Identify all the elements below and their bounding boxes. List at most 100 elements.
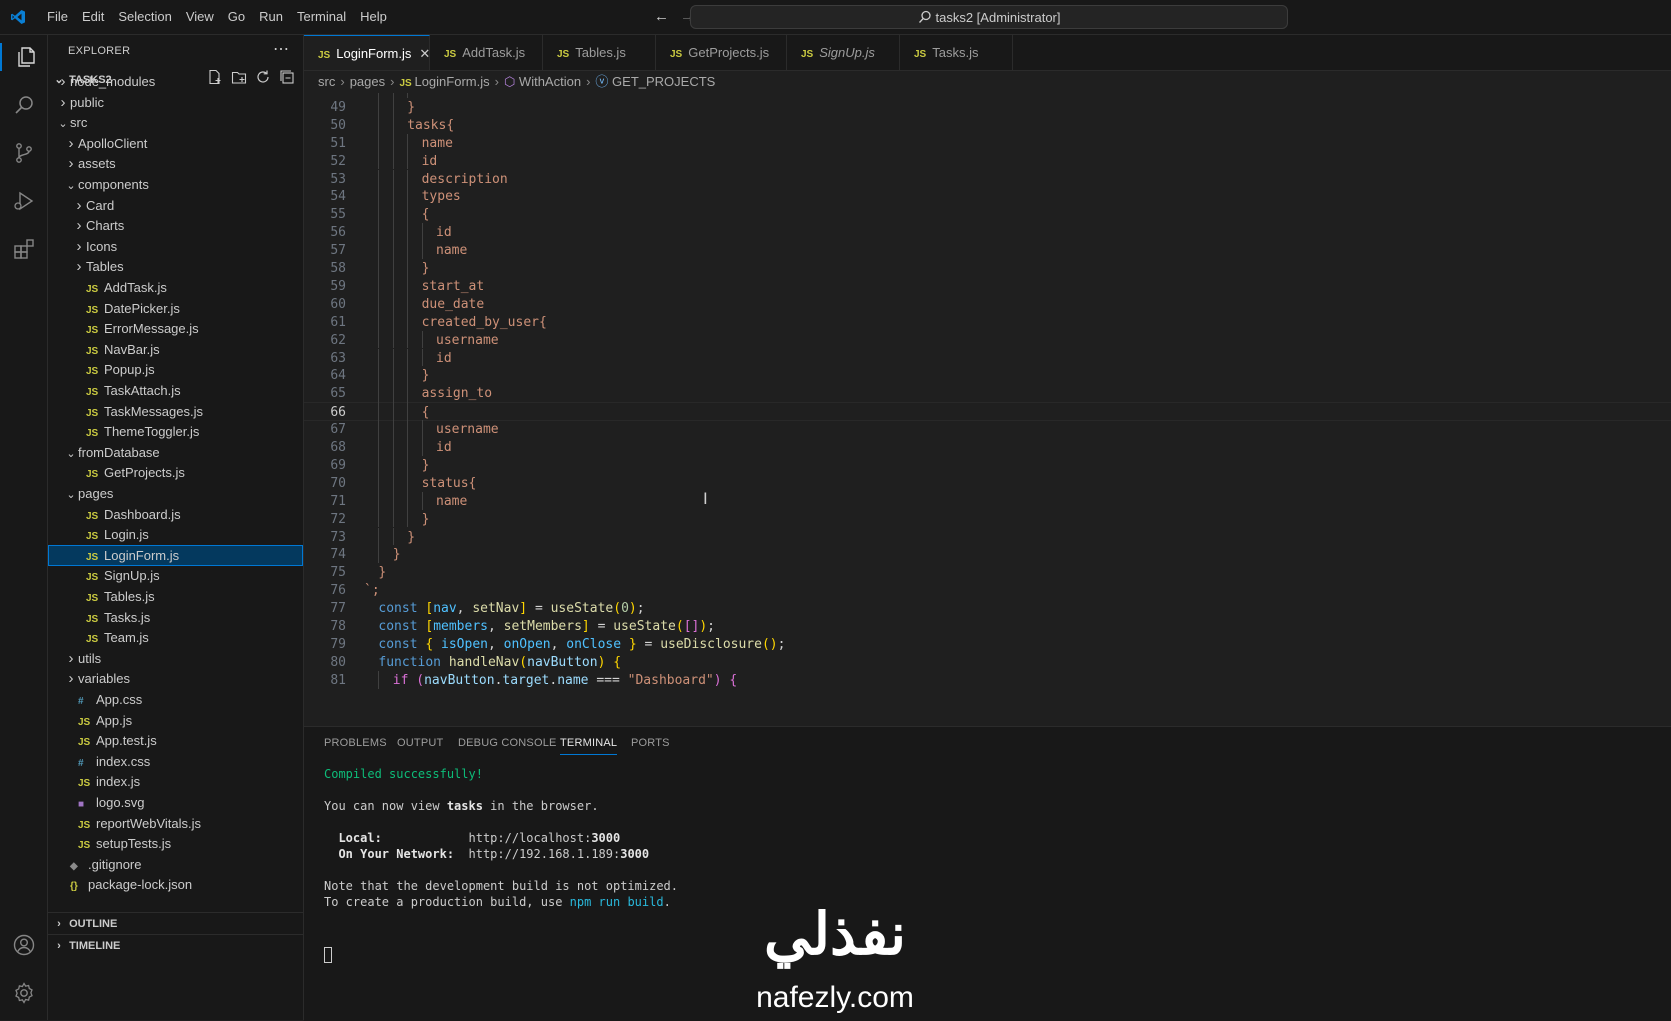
tree-item[interactable]: JS GetProjects.js	[48, 462, 303, 483]
tree-item[interactable]: JS SignUp.js	[48, 565, 303, 586]
menu-help[interactable]: Help	[353, 0, 394, 34]
tree-item[interactable]: JS TaskAttach.js	[48, 380, 303, 401]
tree-item[interactable]: ⌄ src	[48, 112, 303, 133]
tree-item[interactable]: › Tables	[48, 256, 303, 277]
terminal-url[interactable]: http://localhost:	[469, 831, 592, 845]
tree-item[interactable]: {} package-lock.json	[48, 874, 303, 895]
tab-addtask-js[interactable]: JS AddTask.js	[430, 35, 543, 70]
panel-tab-output[interactable]: OUTPUT	[397, 737, 443, 749]
command-center[interactable]: tasks2 [Administrator]	[690, 5, 1288, 29]
tree-item[interactable]: JS setupTests.js	[48, 833, 303, 854]
panel-tab-debug-console[interactable]: DEBUG CONSOLE	[458, 737, 557, 749]
search-icon[interactable]	[10, 91, 38, 119]
panel-tab-ports[interactable]: PORTS	[631, 737, 670, 749]
breadcrumb-item[interactable]: WithAction	[519, 74, 581, 89]
tree-item[interactable]: › Charts	[48, 215, 303, 236]
tree-item[interactable]: › Card	[48, 195, 303, 216]
tree-item[interactable]: › ApolloClient	[48, 133, 303, 154]
indent-guide	[392, 312, 394, 331]
tree-item[interactable]: JS Dashboard.js	[48, 504, 303, 525]
tree-item[interactable]: # index.css	[48, 751, 303, 772]
line-text: }	[407, 528, 415, 547]
back-arrow-icon[interactable]: ←	[654, 8, 669, 25]
explorer-sidebar: EXPLORER ⋯ ⌄ TASKS2 › node_modules › public…	[48, 35, 304, 1020]
tree-item[interactable]: JS TaskMessages.js	[48, 401, 303, 422]
tree-item[interactable]: JS reportWebVitals.js	[48, 813, 303, 834]
source-control-icon[interactable]	[10, 139, 38, 167]
line-number: 72	[330, 511, 346, 527]
menu-run[interactable]: Run	[252, 0, 290, 34]
tree-item[interactable]: › utils	[48, 648, 303, 669]
tree-item[interactable]: ◆ .gitignore	[48, 854, 303, 875]
tree-item[interactable]: JS Tables.js	[48, 586, 303, 607]
tree-item[interactable]: JS ErrorMessage.js	[48, 318, 303, 339]
menu-terminal[interactable]: Terminal	[290, 0, 353, 34]
menu-view[interactable]: View	[179, 0, 221, 34]
tree-item[interactable]: ■ logo.svg	[48, 792, 303, 813]
tree-item[interactable]: JS Popup.js	[48, 359, 303, 380]
indent-guide	[407, 402, 409, 421]
tree-item[interactable]: › assets	[48, 153, 303, 174]
tree-item-label: ThemeToggler.js	[104, 424, 200, 440]
tree-item-label: fromDatabase	[78, 444, 160, 460]
breadcrumb-item[interactable]: src	[318, 74, 335, 89]
code-editor[interactable]: 48username49}50tasks{51name52id53descrip…	[304, 93, 1671, 725]
code-line: 63 id	[304, 349, 1671, 368]
menu-selection[interactable]: Selection	[111, 0, 178, 34]
tree-item[interactable]: JS Team.js	[48, 627, 303, 648]
code-token: useDisclosure	[660, 636, 762, 652]
tab-tasks-js[interactable]: JS Tasks.js	[900, 35, 1013, 70]
tree-item[interactable]: › Icons	[48, 236, 303, 257]
code-token: }	[621, 636, 637, 652]
tree-item[interactable]: JS App.js	[48, 710, 303, 731]
terminal-url[interactable]: http://192.168.1.189:	[469, 847, 621, 861]
timeline-section[interactable]: › TIMELINE	[48, 934, 303, 957]
outline-section[interactable]: › OUTLINE	[48, 912, 303, 935]
menu-file[interactable]: File	[40, 0, 75, 34]
line-number: 60	[330, 296, 346, 312]
indent-guide	[392, 438, 394, 456]
tree-item[interactable]: JS LoginForm.js	[48, 544, 303, 566]
tree-item[interactable]: JS AddTask.js	[48, 277, 303, 298]
panel-tab-terminal[interactable]: TERMINAL	[560, 737, 618, 755]
tab-signup-js[interactable]: JS SignUp.js	[787, 35, 900, 70]
menu-edit[interactable]: Edit	[75, 0, 111, 34]
tree-item[interactable]: ⌄ pages	[48, 483, 303, 504]
json-file-icon: {}	[70, 881, 78, 893]
tree-item[interactable]: # App.css	[48, 689, 303, 710]
tab-loginform-js[interactable]: JS LoginForm.js ✕	[304, 35, 430, 70]
panel-tab-problems[interactable]: PROBLEMS	[324, 737, 387, 749]
breadcrumb-item[interactable]: GET_PROJECTS	[612, 74, 715, 89]
tree-item[interactable]: JS Login.js	[48, 524, 303, 545]
tab-getprojects-js[interactable]: JS GetProjects.js	[656, 35, 787, 70]
tab-tables-js[interactable]: JS Tables.js	[543, 35, 656, 70]
explorer-icon[interactable]	[0, 43, 49, 71]
breadcrumb-item[interactable]: LoginForm.js	[414, 74, 489, 89]
indent-guide	[407, 384, 409, 403]
extensions-icon[interactable]	[10, 235, 38, 263]
tree-item[interactable]: JS NavBar.js	[48, 339, 303, 360]
chevron-right-icon: ›	[60, 73, 66, 90]
code-token: }	[378, 565, 387, 581]
accounts-icon[interactable]	[10, 931, 38, 959]
tree-item[interactable]: JS App.test.js	[48, 730, 303, 751]
line-number: 62	[330, 332, 346, 348]
menu-go[interactable]: Go	[221, 0, 252, 34]
tree-item[interactable]: JS DatePicker.js	[48, 298, 303, 319]
tree-item[interactable]: JS index.js	[48, 771, 303, 792]
tree-item[interactable]: JS Tasks.js	[48, 607, 303, 628]
tree-item[interactable]: ⌄ fromDatabase	[48, 442, 303, 463]
gear-icon[interactable]	[10, 979, 38, 1007]
tree-item[interactable]: › node_modules	[48, 71, 303, 92]
breadcrumb-item[interactable]: pages	[350, 74, 385, 89]
tree-item[interactable]: › public	[48, 92, 303, 113]
tree-item-label: LoginForm.js	[104, 547, 180, 563]
tree-item[interactable]: ⌄ components	[48, 174, 303, 195]
more-actions-icon[interactable]: ⋯	[273, 39, 289, 59]
tree-item[interactable]: JS ThemeToggler.js	[48, 421, 303, 442]
tree-item[interactable]: › variables	[48, 668, 303, 689]
run-debug-icon[interactable]	[10, 187, 38, 215]
close-icon[interactable]: ✕	[419, 46, 430, 61]
code-line: 74}	[304, 545, 1671, 564]
line-text: start_at	[422, 277, 485, 296]
